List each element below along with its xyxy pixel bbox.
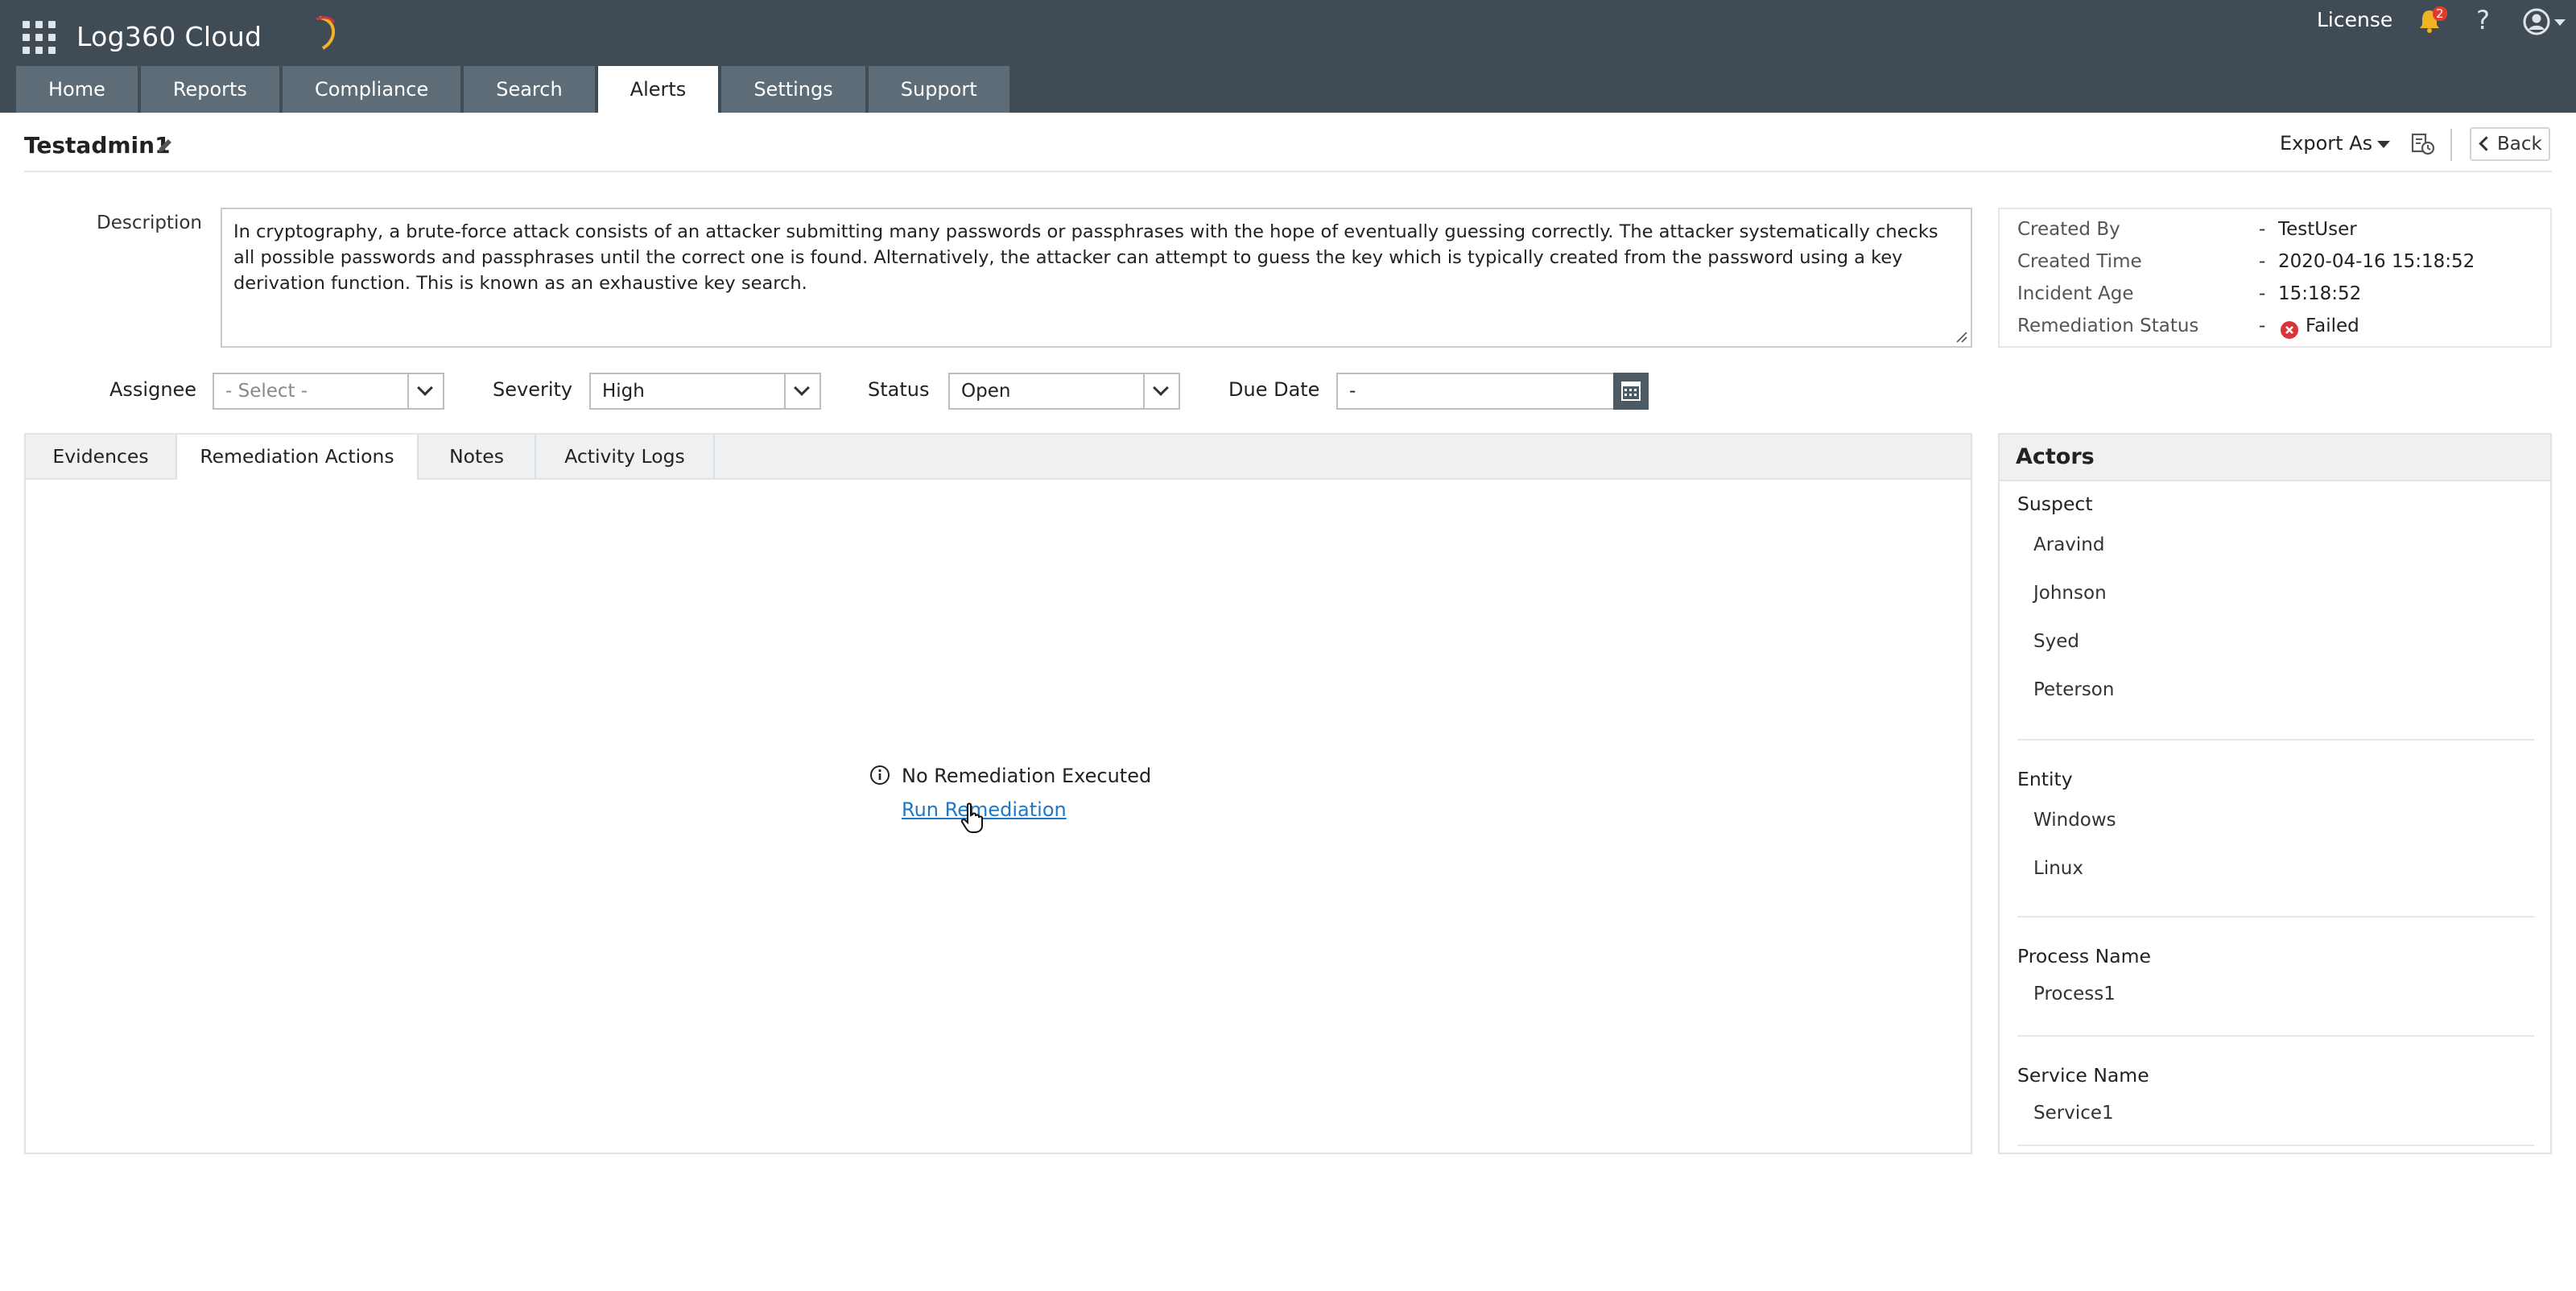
user-menu-caret-icon[interactable] (2554, 19, 2566, 26)
title-divider (24, 171, 2552, 172)
tab-home[interactable]: Home (16, 66, 138, 113)
back-button[interactable]: Back (2470, 127, 2550, 161)
created-by-value: TestUser (2278, 219, 2357, 240)
due-date-value: - (1349, 381, 1356, 402)
chevron-down-icon (794, 380, 810, 396)
meta-separator: - (2259, 219, 2266, 240)
group-divider (2017, 1035, 2534, 1037)
actors-title: Actors (2016, 444, 2095, 469)
list-item[interactable]: Process1 (2033, 984, 2116, 1004)
back-label: Back (2497, 134, 2542, 155)
info-icon (870, 765, 890, 785)
notification-count-badge: 2 (2433, 6, 2447, 21)
assignee-dropdown-button[interactable] (407, 374, 443, 408)
app-name: Log360 Cloud (76, 21, 262, 52)
edit-pencil-icon[interactable] (155, 135, 175, 156)
meta-separator: - (2259, 316, 2266, 336)
tab-evidences[interactable]: Evidences (26, 435, 177, 478)
incident-title: Testadmin1 (24, 132, 171, 159)
chevron-left-icon (2479, 136, 2494, 151)
due-date-input[interactable]: - (1336, 373, 1649, 410)
remediation-panel: Evidences Remediation Actions Notes Acti… (24, 433, 1972, 1154)
hand-cursor-icon (960, 802, 983, 833)
export-caret-icon[interactable] (2377, 141, 2390, 148)
logo-arc-icon (316, 16, 336, 50)
severity-label: Severity (493, 378, 573, 401)
list-item[interactable]: Windows (2033, 810, 2116, 831)
no-remediation-message: No Remediation Executed (902, 765, 1152, 787)
remediation-status-label: Remediation Status (2017, 316, 2199, 336)
tab-alerts[interactable]: Alerts (597, 66, 719, 113)
service-name-heading: Service Name (2017, 1064, 2149, 1087)
incident-meta-box: Created By - TestUser Created Time - 202… (1998, 208, 2552, 348)
list-item[interactable]: Linux (2033, 858, 2083, 879)
assignee-value: - Select - (225, 381, 308, 402)
tab-compliance[interactable]: Compliance (282, 66, 461, 113)
status-select[interactable]: Open (948, 373, 1180, 410)
assignee-label: Assignee (109, 378, 197, 401)
process-name-heading: Process Name (2017, 945, 2151, 967)
status-value: Open (961, 381, 1011, 402)
calendar-icon (1621, 382, 1641, 401)
tab-settings[interactable]: Settings (721, 66, 865, 113)
suspect-heading: Suspect (2017, 493, 2093, 515)
incident-age-label: Incident Age (2017, 283, 2134, 304)
description-text: In cryptography, a brute-force attack co… (233, 221, 1938, 294)
list-item[interactable]: Johnson (2033, 583, 2107, 604)
created-time-value: 2020-04-16 15:18:52 (2278, 251, 2475, 272)
tab-support[interactable]: Support (868, 66, 1009, 113)
main-nav-tabs: Home Reports Compliance Search Alerts Se… (16, 66, 1009, 113)
license-link[interactable]: License (2317, 8, 2392, 31)
chevron-down-icon (417, 380, 433, 396)
app-grid-icon[interactable] (23, 21, 56, 55)
tab-remediation-actions[interactable]: Remediation Actions (177, 435, 419, 480)
tab-search[interactable]: Search (464, 66, 595, 113)
list-item[interactable]: Syed (2033, 631, 2079, 652)
schedule-report-icon[interactable] (2410, 132, 2436, 156)
due-date-label: Due Date (1228, 378, 1320, 401)
tab-reports[interactable]: Reports (140, 66, 279, 113)
chevron-down-icon (1153, 380, 1169, 396)
group-divider (2017, 916, 2534, 918)
group-divider (2017, 1145, 2534, 1146)
export-as-dropdown[interactable]: Export As (2280, 132, 2372, 155)
severity-value: High (602, 381, 645, 402)
tab-activity-logs[interactable]: Activity Logs (536, 435, 715, 478)
incident-age-value: 15:18:52 (2278, 283, 2362, 304)
app-logo[interactable]: Log360 Cloud (76, 16, 336, 58)
calendar-button[interactable] (1613, 373, 1649, 410)
actors-header: Actors (2000, 435, 2550, 481)
status-dropdown-button[interactable] (1143, 374, 1179, 408)
failed-status-icon (2281, 321, 2298, 339)
list-item[interactable]: Peterson (2033, 679, 2114, 700)
entity-heading: Entity (2017, 768, 2073, 790)
list-item[interactable]: Aravind (2033, 534, 2104, 555)
resize-handle-icon[interactable] (1955, 330, 1967, 343)
description-textarea[interactable]: In cryptography, a brute-force attack co… (221, 208, 1972, 348)
meta-separator: - (2259, 283, 2266, 304)
actors-panel: Actors Suspect Aravind Johnson Syed Pete… (1998, 433, 2552, 1154)
severity-select[interactable]: High (589, 373, 821, 410)
meta-separator: - (2259, 251, 2266, 272)
severity-dropdown-button[interactable] (784, 374, 819, 408)
help-icon[interactable]: ? (2476, 5, 2490, 35)
toolbar-divider (2450, 129, 2452, 161)
list-item[interactable]: Service1 (2033, 1103, 2114, 1124)
created-by-label: Created By (2017, 219, 2120, 240)
user-avatar-icon[interactable] (2523, 8, 2550, 35)
remediation-status-value: Failed (2306, 316, 2359, 336)
top-header: Log360 Cloud License 2 ? Home Reports Co… (0, 0, 2576, 113)
created-time-label: Created Time (2017, 251, 2142, 272)
tab-notes[interactable]: Notes (419, 435, 536, 478)
status-label: Status (868, 378, 930, 401)
panel-tabs: Evidences Remediation Actions Notes Acti… (26, 435, 1971, 480)
group-divider (2017, 739, 2534, 740)
assignee-select[interactable]: - Select - (213, 373, 444, 410)
description-label: Description (97, 212, 202, 233)
